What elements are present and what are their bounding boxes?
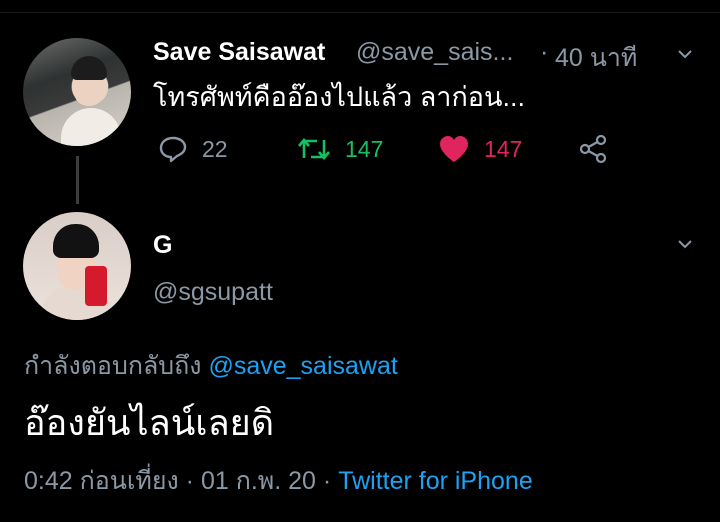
tweet-timestamp: 0:42 ก่อนเที่ยง · 01 ก.พ. 20 · (24, 467, 332, 495)
chevron-down-icon[interactable] (677, 46, 693, 62)
top-divider (0, 0, 720, 13)
replying-to-label: กำลังตอบกลับถึง (24, 352, 202, 380)
reply-count: 22 (202, 135, 228, 162)
tweet-footer: 0:42 ก่อนเที่ยง · 01 ก.พ. 20 · Twitter f… (24, 461, 533, 501)
replying-to-line: กำลังตอบกลับถึง @save_saisawat (24, 346, 398, 386)
reply-display-name[interactable]: G (153, 231, 172, 260)
like-button[interactable]: 147 (438, 134, 522, 164)
tweet-source-link[interactable]: Twitter for iPhone (338, 467, 533, 495)
reply-handle[interactable]: @sgsupatt (153, 278, 273, 307)
parent-handle[interactable]: @save_sais... (356, 38, 513, 67)
retweet-arrows-icon (298, 137, 330, 161)
avatar-g[interactable] (23, 212, 131, 320)
like-count: 147 (484, 135, 523, 162)
avatar-save-saisawat[interactable] (23, 38, 131, 146)
share-icon (579, 134, 607, 164)
speech-bubble-icon (159, 136, 187, 163)
share-button[interactable] (579, 134, 609, 164)
heart-icon (440, 136, 468, 162)
parent-tweet-text: โทรศัพท์คืออ๊องไปแล้ว ลาก่อน... (153, 82, 525, 112)
reply-button[interactable]: 22 (158, 134, 228, 164)
retweet-count: 147 (345, 135, 384, 162)
retweet-button[interactable]: 147 (297, 134, 383, 164)
replying-to-link[interactable]: @save_saisawat (208, 352, 397, 380)
thread-connector-line (76, 156, 79, 204)
chevron-down-icon[interactable] (677, 236, 693, 252)
parent-separator: · (540, 38, 549, 66)
reply-tweet-text: อ๊องยันไลน์เลยดิ (24, 402, 275, 443)
parent-display-name[interactable]: Save Saisawat (153, 38, 325, 67)
parent-time[interactable]: 40 นาที (555, 38, 637, 78)
